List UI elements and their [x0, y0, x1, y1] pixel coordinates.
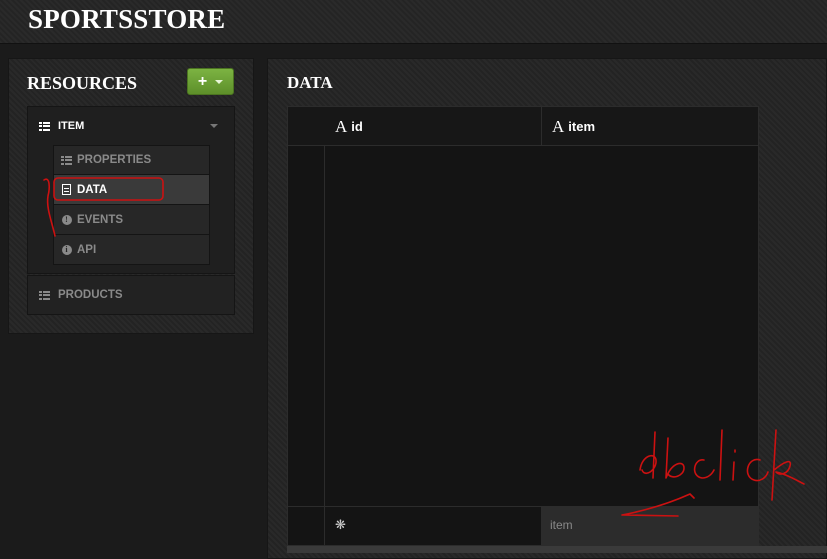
info-circle-icon: i — [61, 244, 72, 255]
column-header-id[interactable]: A id — [325, 107, 542, 146]
document-icon — [61, 184, 72, 195]
text-type-icon: A — [552, 116, 565, 136]
resource-item-header[interactable]: ITEM — [28, 107, 234, 145]
list-icon — [39, 290, 50, 300]
list-icon — [39, 121, 50, 131]
subnav-properties[interactable]: PROPERTIES — [53, 145, 210, 175]
resource-group-item: ITEM PROPERTIES DATA ! EVENTS i API — [27, 106, 235, 274]
caret-down-icon — [215, 79, 224, 84]
add-resource-button[interactable]: + — [187, 68, 234, 95]
horizontal-scrollbar[interactable] — [287, 546, 827, 553]
exclamation-circle-icon: ! — [61, 214, 72, 225]
subnav-data-label: DATA — [77, 183, 108, 196]
data-panel: DATA A id A item ❋ item — [267, 58, 827, 559]
app-header: SPORTSSTORE — [0, 0, 827, 44]
resource-products-label: PRODUCTS — [58, 289, 123, 301]
row-header-column — [288, 107, 325, 545]
data-grid: A id A item ❋ item — [287, 106, 759, 546]
subnav-events-label: EVENTS — [77, 213, 124, 226]
subnav-data[interactable]: DATA — [53, 175, 210, 205]
text-type-icon: A — [335, 116, 348, 136]
resources-panel: RESOURCES + ITEM PROPERTIES DATA ! EVENT… — [8, 58, 254, 334]
resource-item-label: ITEM — [58, 120, 85, 132]
new-row-id-cell[interactable] — [325, 507, 542, 545]
subnav-api[interactable]: i API — [53, 235, 210, 265]
column-item-label: item — [568, 119, 596, 134]
column-header-item[interactable]: A item — [542, 107, 758, 146]
new-row: ❋ item — [288, 506, 758, 545]
chevron-down-icon[interactable] — [210, 124, 218, 128]
plus-icon: + — [197, 72, 208, 90]
app-title: SPORTSSTORE — [28, 4, 226, 34]
column-id-label: id — [351, 119, 363, 134]
subnav-events[interactable]: ! EVENTS — [53, 205, 210, 235]
resource-item-subnav: PROPERTIES DATA ! EVENTS i API — [53, 145, 210, 265]
new-row-item-cell[interactable]: item — [542, 507, 758, 545]
resources-title: RESOURCES — [27, 73, 138, 93]
list-icon — [61, 155, 72, 166]
resource-products[interactable]: PRODUCTS — [27, 275, 235, 315]
subnav-api-label: API — [77, 243, 97, 256]
subnav-properties-label: PROPERTIES — [77, 154, 152, 166]
data-title: DATA — [287, 73, 333, 92]
